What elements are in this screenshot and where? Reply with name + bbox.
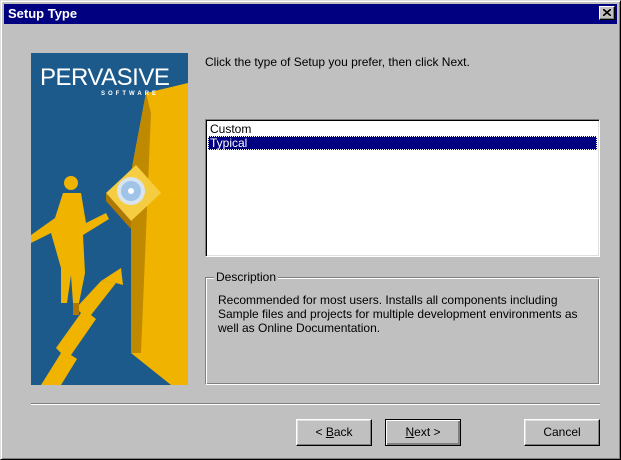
close-button[interactable] (599, 6, 615, 20)
back-button-prefix: < (315, 425, 326, 439)
instruction-text: Click the type of Setup you prefer, then… (205, 55, 470, 69)
window-title: Setup Type (8, 6, 78, 21)
setup-type-listbox[interactable]: Custom Typical (205, 119, 600, 257)
pervasive-logo: PERVASIVE (40, 64, 170, 91)
description-group: Description Recommended for most users. … (205, 270, 600, 385)
next-button[interactable]: Next > (385, 419, 461, 446)
list-item-typical[interactable]: Typical (208, 136, 597, 150)
back-button-label: ack (333, 425, 353, 439)
divider (31, 403, 600, 405)
pervasive-logo-subtext: SOFTWARE (101, 91, 159, 97)
banner-illustration (31, 83, 188, 385)
description-label: Description (214, 270, 279, 284)
back-button-accel: B (325, 425, 334, 439)
back-button[interactable]: < Back (296, 419, 372, 446)
pervasive-banner-image: PERVASIVE SOFTWARE (31, 53, 188, 385)
next-button-accel: N (405, 425, 415, 439)
cancel-button[interactable]: Cancel (524, 419, 600, 446)
next-button-label: ext > (414, 425, 441, 439)
description-text: Recommended for most users. Installs all… (218, 293, 578, 335)
list-item-custom[interactable]: Custom (208, 122, 597, 136)
title-bar[interactable]: Setup Type (4, 4, 617, 24)
close-icon (603, 9, 611, 16)
setup-type-dialog: Setup Type PERVASIVE SOFTWARE Click the … (0, 0, 621, 460)
